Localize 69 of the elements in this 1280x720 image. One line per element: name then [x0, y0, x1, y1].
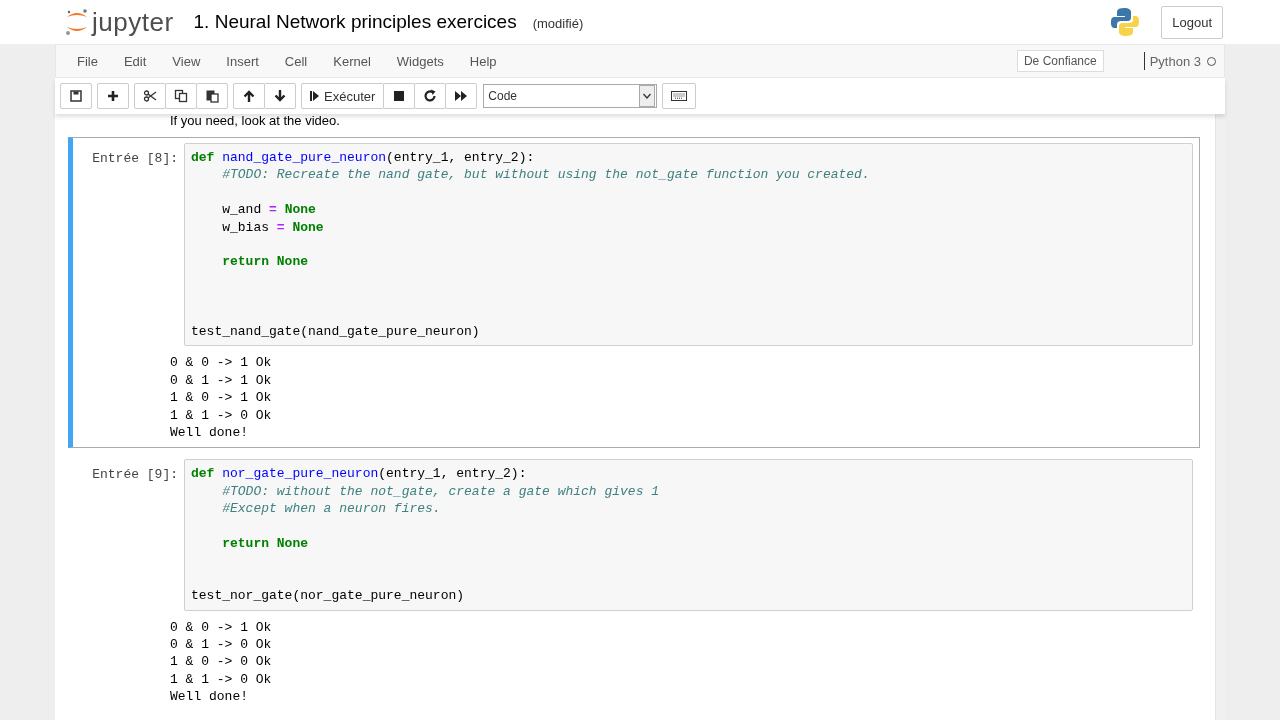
menu-item[interactable]: Edit	[112, 53, 158, 69]
stop-icon	[392, 89, 407, 103]
output-line: 0 & 1 -> 1 Ok	[170, 371, 272, 390]
code-line: def nor_gate_pure_neuron(entry_1, entry_2):	[191, 465, 527, 483]
kernel-name: Python 3	[1149, 53, 1201, 69]
scrollbar[interactable]	[1215, 114, 1225, 720]
code-line: #Except when a neuron fires.	[222, 500, 441, 518]
play-icon	[310, 90, 319, 102]
output-line: 1 & 0 -> 0 Ok	[170, 653, 272, 671]
code-line: test_nand_gate(nand_gate_pure_neuron)	[191, 323, 480, 341]
run-button[interactable]: Exécuter	[301, 83, 385, 109]
code-line: return None	[222, 253, 309, 271]
jupyter-logo-icon	[64, 8, 90, 36]
scissors-icon	[143, 89, 157, 103]
code-line: w_bias = None	[222, 218, 324, 236]
menu-item[interactable]: Widgets	[385, 53, 455, 69]
output-line: 0 & 1 -> 0 Ok	[170, 636, 272, 654]
fast-forward-icon	[454, 89, 469, 103]
save-icon	[69, 89, 83, 103]
plus-icon	[106, 89, 120, 103]
paste-icon	[205, 89, 219, 103]
python-logo-icon	[1111, 7, 1140, 37]
fast-forward-button[interactable]	[445, 83, 478, 109]
cell-type-select[interactable]: Code	[483, 84, 658, 108]
code-line: w_and = None	[222, 201, 316, 219]
code-line: #TODO: Recreate the nand gate, but without using the not_gate function you created.	[222, 166, 870, 184]
output-line: 1 & 1 -> 0 Ok	[170, 406, 272, 424]
code-line: #TODO: without the not_gate, create a gate which gives 1	[222, 482, 660, 501]
menu-item[interactable]: Cell	[273, 53, 319, 69]
stop-button[interactable]	[383, 83, 416, 109]
code-cell[interactable]	[68, 137, 1200, 449]
copy-icon	[174, 89, 188, 103]
save-button[interactable]	[60, 83, 92, 109]
output-line: 0 & 0 -> 1 Ok	[170, 354, 272, 372]
paste-button[interactable]	[196, 83, 228, 109]
input-prompt: Entrée [8]:	[91, 150, 179, 168]
notebook-title[interactable]: 1. Neural Network principles exercices	[193, 11, 517, 33]
menu-item[interactable]: Help	[458, 53, 508, 69]
arrow-down-icon	[273, 89, 287, 103]
menu-item[interactable]: Insert	[215, 53, 270, 69]
output-line: 1 & 0 -> 1 Ok	[170, 389, 272, 407]
menu-item[interactable]: View	[161, 53, 212, 69]
code-line: test_nor_gate(nor_gate_pure_neuron)	[191, 587, 465, 605]
copy-button[interactable]	[165, 83, 197, 109]
output-line: 1 & 1 -> 0 Ok	[170, 670, 272, 689]
scissors-button[interactable]	[134, 83, 166, 109]
menu-item[interactable]: File	[66, 53, 109, 69]
text-paragraph: If you need, look at the video.	[169, 114, 341, 129]
arrow-up-button[interactable]	[233, 83, 265, 109]
code-editor[interactable]: def nor_gate_pure_neuron(entry_1, entry_2): #TODO: without the not_gate, create a gate which gives 1 #Except when a neuron fires. return None test_nor_gate(nor_gate_pure_neuron)	[184, 459, 1193, 611]
arrow-up-icon	[242, 89, 256, 103]
input-prompt: Entrée [9]:	[91, 466, 179, 485]
code-line: return None	[222, 535, 309, 553]
output-line: Well done!	[170, 424, 248, 442]
arrow-down-button[interactable]	[264, 83, 296, 109]
restart-icon	[423, 89, 438, 103]
output-line: 0 & 0 -> 1 Ok	[170, 618, 272, 637]
output-line: Well done!	[170, 688, 248, 706]
trusted-indicator[interactable]: De Confiance	[1016, 50, 1104, 72]
logo-text[interactable]: jupyter	[92, 6, 174, 38]
menu-item[interactable]: Kernel	[322, 53, 382, 69]
logout-button[interactable]: Logout	[1161, 5, 1223, 39]
plus-button[interactable]	[97, 83, 129, 109]
keyboard-icon	[671, 91, 688, 101]
code-line: def nand_gate_pure_neuron(entry_1, entry_2):	[191, 149, 535, 167]
caret-icon	[643, 93, 652, 99]
keyboard-button[interactable]	[662, 83, 697, 109]
save-status: (modifié)	[532, 16, 584, 31]
restart-button[interactable]	[414, 83, 447, 109]
